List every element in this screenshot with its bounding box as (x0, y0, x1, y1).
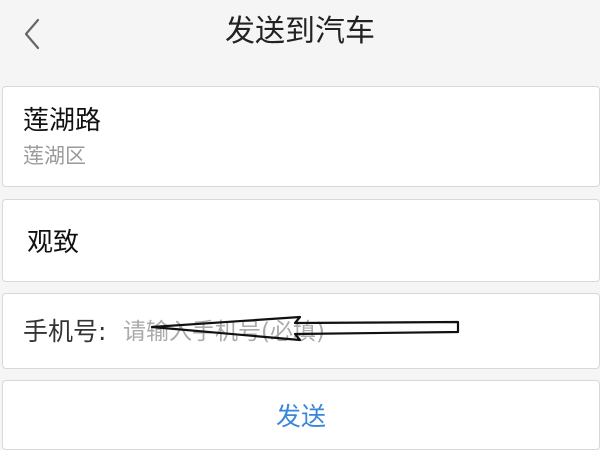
page-title: 发送到汽车 (225, 14, 375, 49)
phone-input[interactable] (123, 314, 563, 350)
car-brand-card[interactable]: 观致 (2, 199, 600, 282)
phone-field-card: 手机号: (2, 293, 600, 369)
phone-label: 手机号: (23, 317, 107, 346)
send-card: 发送 (2, 380, 600, 450)
send-button[interactable]: 发送 (3, 381, 599, 449)
top-bar: 发送到汽车 (0, 0, 600, 72)
car-brand-label: 观致 (27, 228, 80, 258)
destination-name: 莲湖路 (23, 106, 102, 136)
destination-district: 莲湖区 (23, 144, 86, 168)
destination-address-card[interactable]: 莲湖路 莲湖区 (2, 86, 600, 187)
